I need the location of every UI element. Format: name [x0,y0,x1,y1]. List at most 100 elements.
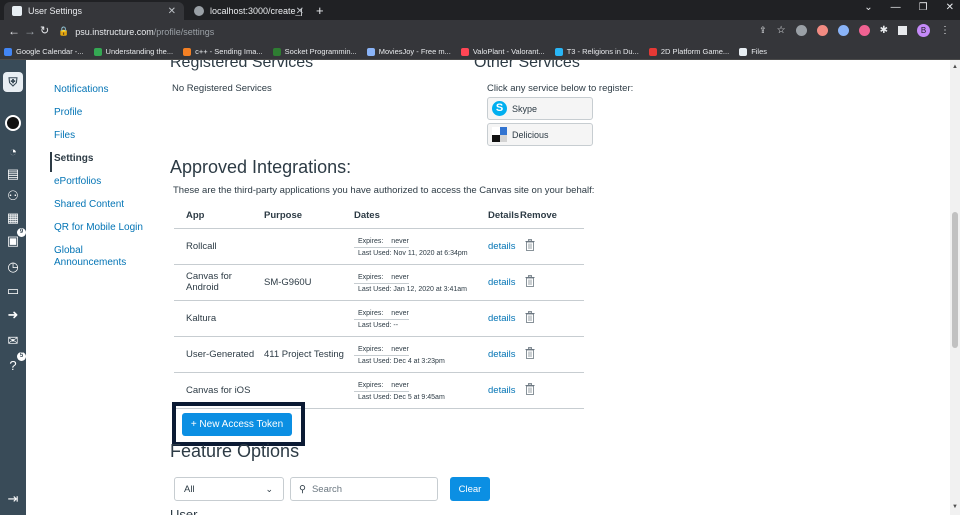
bookmark-star-icon[interactable]: ☆ [777,25,786,36]
minimize-icon[interactable]: — [891,2,901,13]
nav-global-announcements[interactable]: Global Announcements [54,245,134,269]
last-used-line: Last Used: Dec 5 at 9:45am [358,394,445,401]
extension-icon[interactable] [837,25,849,36]
psu-shield-logo[interactable]: ⛨ [3,72,23,92]
nav-profile[interactable]: Profile [54,107,164,119]
other-services-heading: Other Services [474,60,580,71]
feature-filter-select[interactable]: All ⌄ [174,477,284,501]
share-icon[interactable]: ⇪ [759,25,767,36]
details-link[interactable]: details [488,313,515,324]
collapse-nav-icon[interactable]: ⇥ [4,490,22,508]
col-dates: Dates [354,203,484,229]
remove-cell [520,336,584,373]
extension-icon[interactable] [816,25,828,36]
delicious-service-button[interactable]: Delicious [487,123,593,146]
groups-icon[interactable]: ⚇ [4,187,22,205]
courses-icon[interactable]: ▤ [4,165,22,183]
kebab-menu-icon[interactable]: ⋮ [940,25,950,36]
col-remove: Remove [520,203,584,229]
maximize-icon[interactable]: ❐ [919,2,928,13]
details-link[interactable]: details [488,385,515,396]
trash-icon[interactable] [524,310,536,323]
bookmark-icon [272,47,281,56]
nav-notifications[interactable]: Notifications [54,84,164,96]
close-tab-icon[interactable]: ✕ [296,6,304,17]
details-link[interactable]: details [488,349,515,360]
extension-row: ⇪ ☆ ✱ B ⋮ [759,24,950,37]
bookmark-item[interactable]: Socket Programmin... [272,47,357,56]
tab-search-icon[interactable]: ⌄ [864,2,872,13]
bookmark-item[interactable]: Google Calendar -... [4,47,84,56]
page-scrollbar[interactable]: ▲ ▼ [950,60,960,515]
dashboard-icon[interactable]: ◔ [4,142,22,160]
registered-services-heading: Registered Services [170,60,314,71]
scroll-down-icon[interactable]: ▼ [952,504,958,510]
other-services-prompt: Click any service below to register: [487,83,634,94]
browser-toolbar: ← → ↻ 🔒 psu.instructure.com/profile/sett… [0,20,960,44]
integrations-description: These are the third-party applications y… [173,185,595,196]
trash-icon[interactable] [524,346,536,359]
bookmark-item[interactable]: Files [739,47,767,56]
delicious-icon [492,127,507,142]
nav-shared-content[interactable]: Shared Content [54,199,164,211]
puzzle-icon[interactable]: ✱ [880,25,888,36]
details-link[interactable]: details [488,241,515,252]
lock-icon: 🔒 [58,26,70,36]
feature-search-input[interactable]: ⚲ Search [290,477,438,501]
back-arrow-icon[interactable]: ← [8,24,20,38]
nav-qr-mobile-login[interactable]: QR for Mobile Login [54,222,164,234]
skype-service-button[interactable]: S Skype [487,97,593,120]
history-icon[interactable]: ◷ [4,258,22,276]
nav-files[interactable]: Files [54,130,164,142]
new-tab-button[interactable]: + [316,3,324,18]
tab-user-settings[interactable]: User Settings ✕ [4,2,184,20]
commons-icon[interactable]: ➜ [4,306,22,324]
remove-cell [520,300,584,337]
remove-cell [520,228,584,265]
calendar-icon[interactable]: ▦ [4,209,22,227]
bookmark-item[interactable]: Understanding the... [93,47,173,56]
expires-line: Expires: never [354,274,409,284]
expires-line: Expires: never [354,382,409,392]
extension-icon[interactable] [795,25,807,36]
last-used-line: Last Used: Jan 12, 2020 at 3:41am [358,286,467,293]
trash-icon[interactable] [524,238,536,251]
app-name: Rollcall [174,228,264,265]
mail-icon[interactable]: ✉ [4,332,22,350]
close-tab-icon[interactable]: ✕ [168,6,176,17]
help-icon[interactable]: ? 5 [4,352,26,374]
trash-icon[interactable] [524,274,536,287]
app-dates: Expires: never Last Used: Dec 4 at 3:23pm [354,336,484,373]
expires-line: Expires: never [354,310,409,320]
scroll-up-icon[interactable]: ▲ [952,64,958,70]
profile-avatar[interactable]: B [917,24,930,37]
table-row: Kaltura Expires: never Last Used: -- deta… [174,300,584,337]
account-avatar[interactable] [5,115,21,131]
nav-settings[interactable]: Settings [54,153,164,165]
forward-arrow-icon[interactable]: → [24,24,36,38]
table-row: Rollcall Expires: never Last Used: Nov 11… [174,228,584,265]
bookmark-item[interactable]: c++ - Sending Ima... [183,47,263,56]
sidepanel-icon[interactable] [898,26,907,35]
scroll-thumb[interactable] [952,212,958,348]
bookmark-item[interactable]: ValoPlant - Valorant... [460,47,545,56]
details-link[interactable]: details [488,277,515,288]
nav-eportfolios[interactable]: ePortfolios [54,176,164,188]
tab-localhost[interactable]: localhost:3000/create_prof_accou ✕ [186,2,312,20]
bookmark-item[interactable]: 2D Platform Game... [648,47,729,56]
app-name: User-Generated [174,336,264,373]
trash-icon[interactable] [524,382,536,395]
app-purpose: SM-G960U [264,264,354,301]
address-bar[interactable]: 🔒 psu.instructure.com/profile/settings [58,23,778,40]
app-dates: Expires: never Last Used: Dec 5 at 9:45am [354,372,484,409]
extension-icon[interactable] [858,25,870,36]
bookmark-item[interactable]: MoviesJoy - Free m... [366,47,451,56]
bookmark-item[interactable]: T3 - Religions in Du... [554,47,639,56]
studio-icon[interactable]: ▭ [4,282,22,300]
close-window-icon[interactable]: ✕ [946,2,954,13]
clear-button[interactable]: Clear [450,477,490,501]
new-access-token-button[interactable]: + New Access Token [182,413,292,436]
reload-icon[interactable]: ↻ [40,24,49,37]
inbox-icon[interactable]: ▣ 9 [4,228,26,250]
valorant-icon [460,47,469,56]
